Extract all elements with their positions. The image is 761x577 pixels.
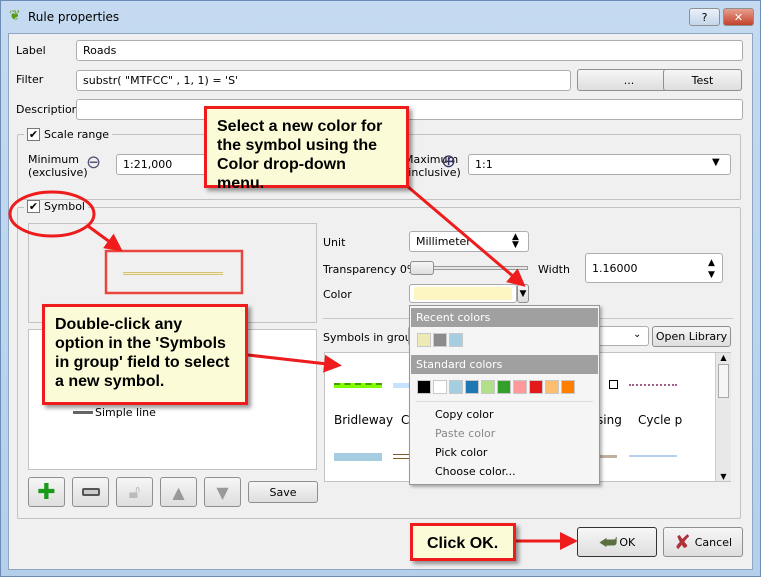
arrow-to-symbols [247,353,342,373]
arrow-to-preview [87,224,123,252]
callout-color: Select a new color for the symbol using … [204,106,409,192]
symbol-highlight-ellipse [8,190,96,238]
arrow-to-color-dropdown [399,178,526,287]
callout-ok: Click OK. [410,523,516,561]
preview-highlight-rect [104,249,244,295]
annotation-overlay [8,178,578,550]
callout-symbols: Double-click any option in the 'Symbols … [42,304,248,405]
